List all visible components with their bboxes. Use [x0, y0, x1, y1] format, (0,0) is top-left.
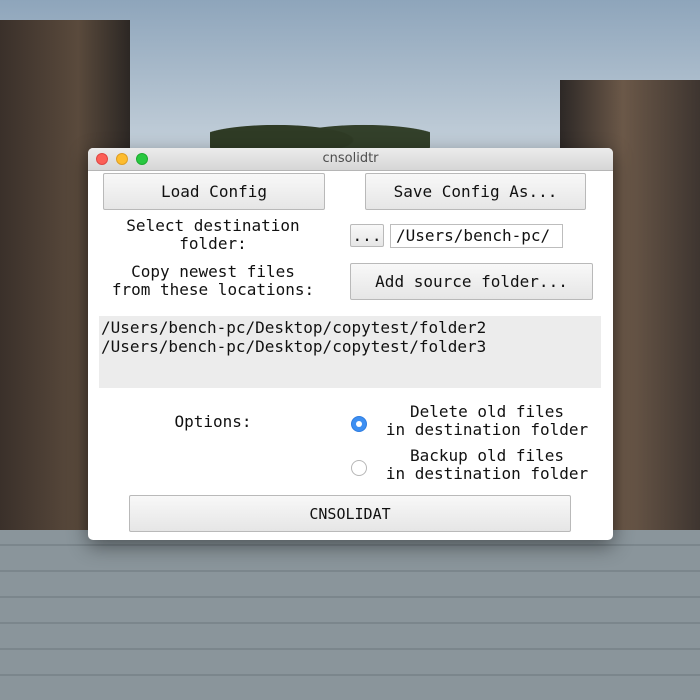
destination-label-line1: Select destination: [126, 216, 300, 235]
background-street: [0, 530, 700, 700]
destination-label-line2: folder:: [179, 234, 247, 253]
list-item[interactable]: /Users/bench-pc/Desktop/copytest/folder2: [101, 318, 599, 337]
window-title: cnsolidtr: [322, 151, 379, 166]
delete-option-line1: Delete old files: [409, 402, 565, 421]
sources-label-line2: from these locations:: [111, 280, 315, 299]
browse-destination-button[interactable]: ...: [350, 224, 384, 247]
destination-label: Select destination folder:: [108, 217, 318, 253]
delete-old-files-radio[interactable]: [351, 416, 367, 432]
add-source-folder-button[interactable]: Add source folder...: [350, 263, 593, 300]
sources-label: Copy newest files from these locations:: [96, 263, 330, 299]
delete-option-line2: in destination folder: [385, 420, 589, 439]
delete-option-label[interactable]: Delete old files in destination folder: [370, 403, 604, 439]
source-folder-list[interactable]: /Users/bench-pc/Desktop/copytest/folder2…: [99, 316, 601, 388]
backup-option-line2: in destination folder: [385, 464, 589, 483]
destination-path-field[interactable]: /Users/bench-pc/: [390, 224, 563, 248]
list-item[interactable]: /Users/bench-pc/Desktop/copytest/folder3: [101, 337, 599, 356]
options-label: Options:: [174, 412, 252, 431]
consolidate-button[interactable]: CNSOLIDAT: [129, 495, 571, 532]
title-bar[interactable]: cnsolidtr: [88, 148, 613, 171]
app-window: cnsolidtr Load Config Save Config As... …: [88, 148, 613, 540]
sources-label-line1: Copy newest files: [131, 262, 295, 281]
backup-old-files-radio[interactable]: [351, 460, 367, 476]
backup-option-label[interactable]: Backup old files in destination folder: [370, 447, 604, 483]
backup-option-line1: Backup old files: [409, 446, 565, 465]
load-config-button[interactable]: Load Config: [103, 173, 325, 210]
save-config-as-button[interactable]: Save Config As...: [365, 173, 586, 210]
